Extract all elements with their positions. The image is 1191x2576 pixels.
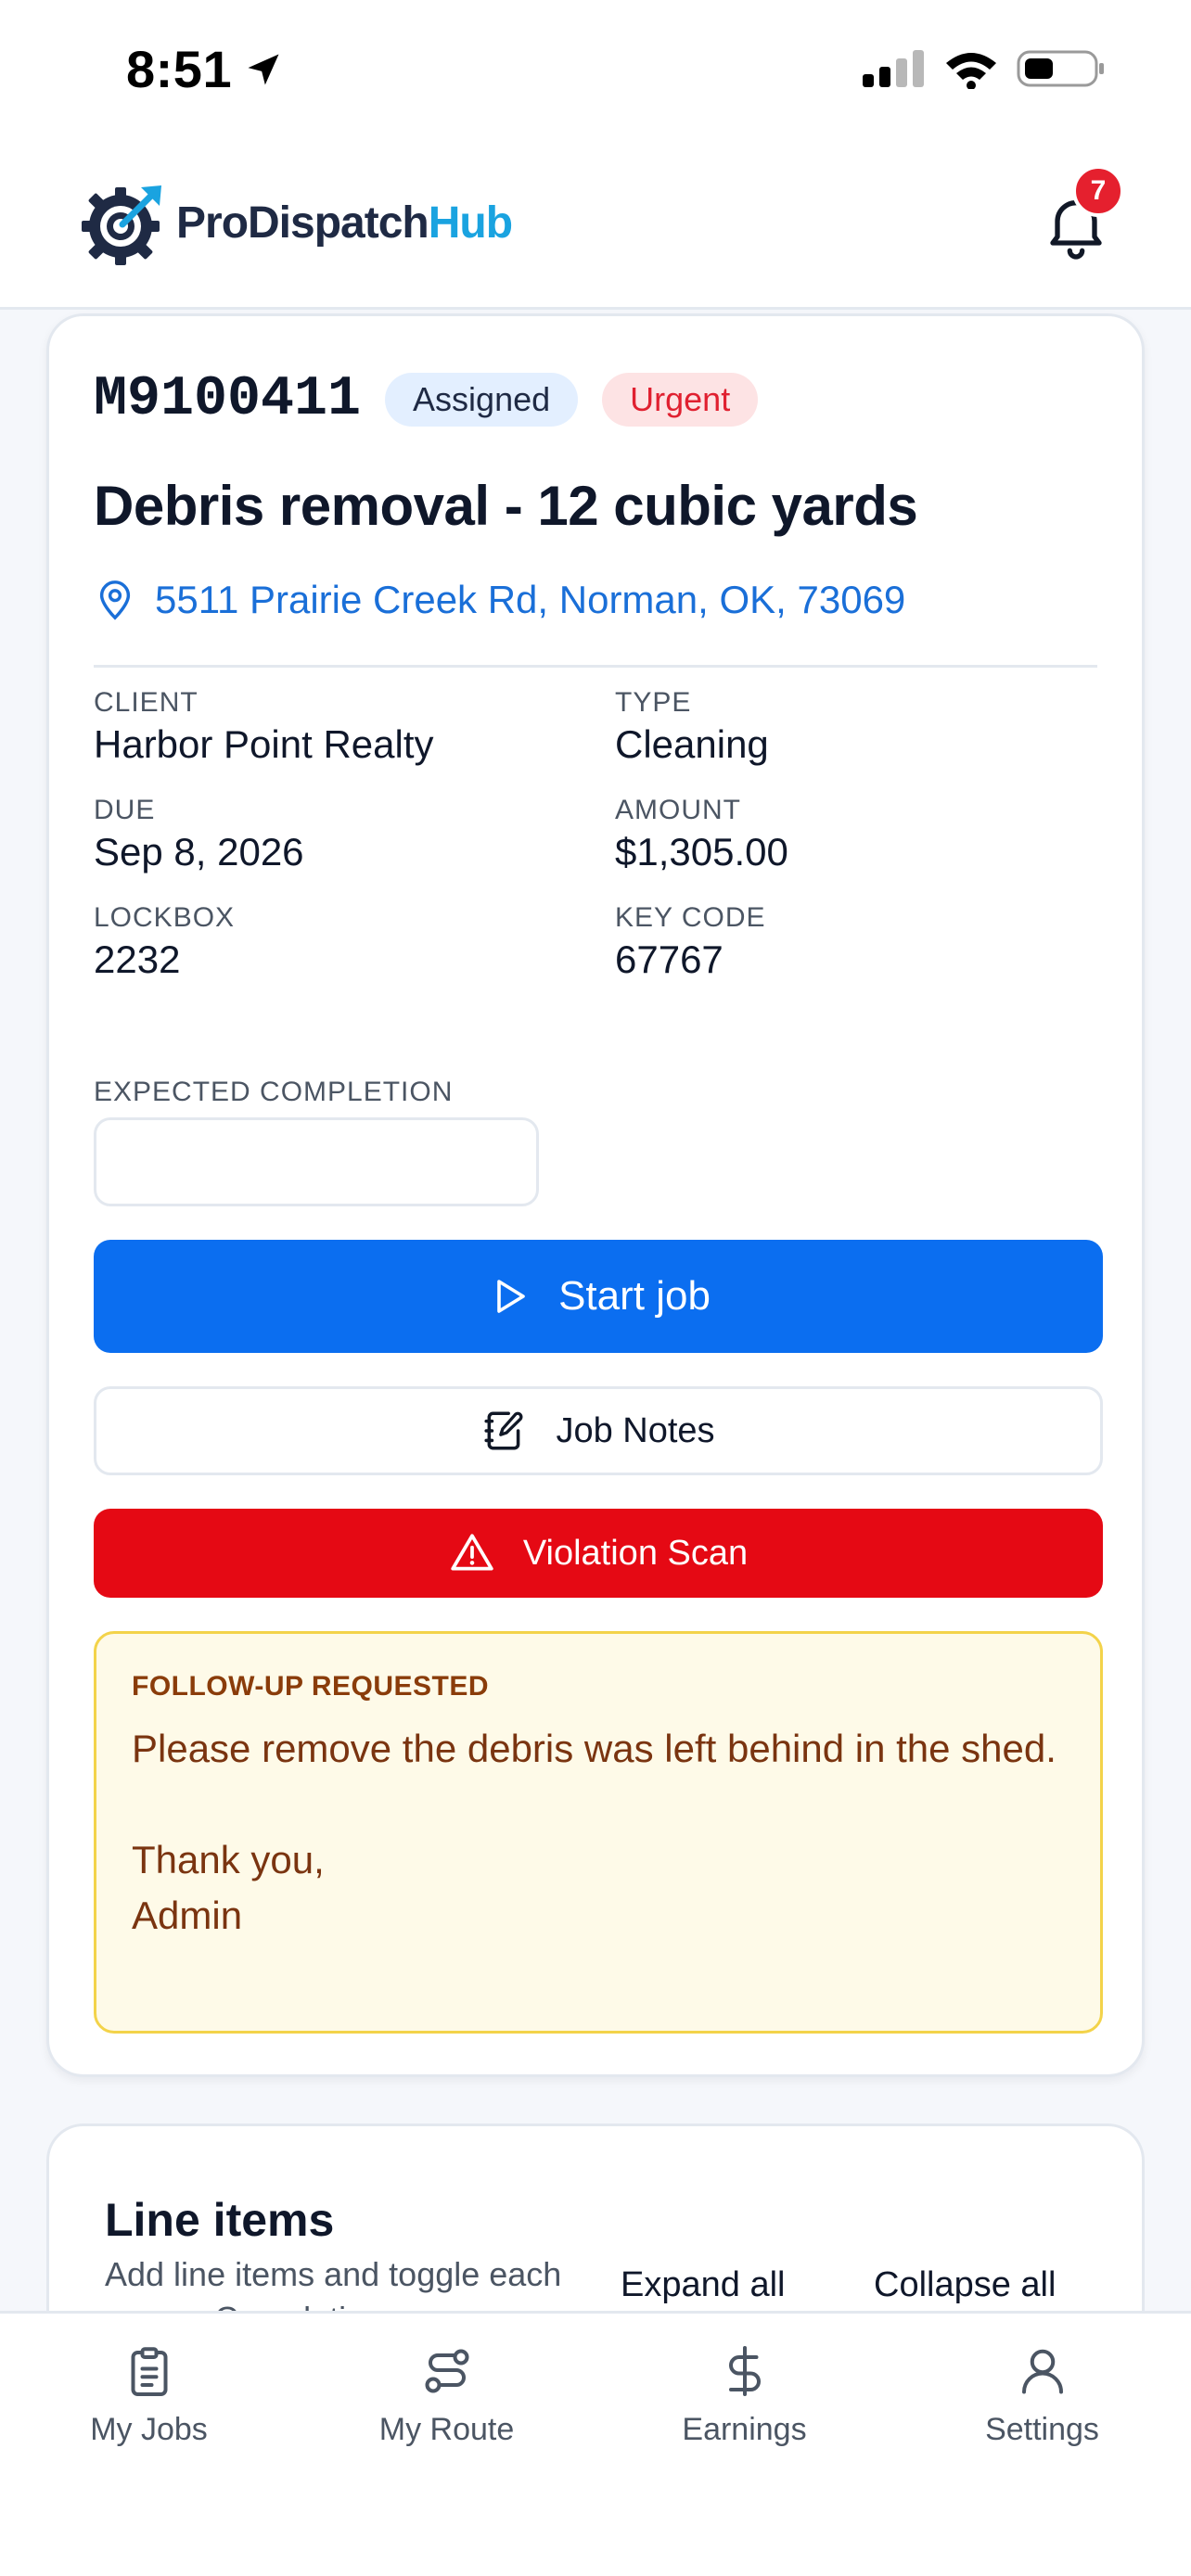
nav-item-my-route[interactable]: My Route xyxy=(298,2314,596,2576)
logo-text-primary: ProDispatch xyxy=(176,198,429,248)
job-notes-button[interactable]: Job Notes xyxy=(94,1386,1103,1475)
violation-scan-label: Violation Scan xyxy=(522,1533,749,1573)
signal-icon xyxy=(863,50,924,87)
field-label: CLIENT xyxy=(94,687,198,718)
notifications-button[interactable]: 7 xyxy=(1039,165,1124,261)
follow-up-title: FOLLOW-UP REQUESTED xyxy=(132,1671,490,1702)
map-pin-icon xyxy=(99,580,131,620)
follow-up-message: Please remove the debris was left behind… xyxy=(132,1727,1057,1937)
job-card: M9100411 Assigned Urgent Debris removal … xyxy=(46,313,1145,2077)
lockbox-field: LOCKBOX 2232 xyxy=(94,902,615,982)
job-title-row: M9100411 Assigned Urgent xyxy=(94,368,1097,431)
field-value: Cleaning xyxy=(615,722,769,766)
dollar-icon xyxy=(728,2346,761,2396)
warning-triangle-icon xyxy=(451,1534,493,1571)
logo-text: ProDispatchHub xyxy=(176,198,513,249)
notification-badge: 7 xyxy=(1072,165,1124,217)
collapse-all-button[interactable]: Collapse all xyxy=(874,2265,1056,2305)
logo-text-accent: Hub xyxy=(428,198,513,248)
job-title: Debris removal - 12 cubic yards xyxy=(94,475,918,537)
violation-scan-button[interactable]: Violation Scan xyxy=(94,1509,1103,1598)
status-time: 8:51 xyxy=(126,39,284,99)
client-field: CLIENT Harbor Point Realty xyxy=(94,687,615,767)
job-address-link[interactable]: 5511 Prairie Creek Rd, Norman, OK, 73069 xyxy=(94,578,1097,622)
nav-item-settings[interactable]: Settings xyxy=(893,2314,1191,2576)
field-label: AMOUNT xyxy=(615,795,741,825)
follow-up-notice: FOLLOW-UP REQUESTED Please remove the de… xyxy=(94,1631,1103,2034)
job-details-grid: CLIENT Harbor Point Realty TYPE Cleaning… xyxy=(94,687,1097,982)
status-badge: Assigned xyxy=(385,373,579,427)
wifi-icon xyxy=(946,53,996,89)
start-job-label: Start job xyxy=(558,1273,711,1319)
nav-item-my-jobs[interactable]: My Jobs xyxy=(0,2314,298,2576)
field-value: Sep 8, 2026 xyxy=(94,830,304,874)
address-text: 5511 Prairie Creek Rd, Norman, OK, 73069 xyxy=(155,578,906,621)
clipboard-icon xyxy=(131,2347,167,2396)
bottom-nav: My Jobs My Route Earnings Settings xyxy=(0,2311,1191,2576)
route-icon xyxy=(425,2349,468,2393)
status-bar: 8:51 xyxy=(0,0,1191,139)
app-header: ProDispatchHub 7 xyxy=(0,139,1191,310)
amount-field: AMOUNT $1,305.00 xyxy=(615,795,1136,874)
notebook-pen-icon xyxy=(484,1411,523,1450)
gear-target-logo-icon xyxy=(82,185,161,265)
nav-label: My Route xyxy=(378,2412,515,2447)
job-id: M9100411 xyxy=(94,368,362,431)
expand-all-button[interactable]: Expand all xyxy=(621,2265,785,2305)
job-notes-label: Job Notes xyxy=(556,1410,715,1450)
divider xyxy=(94,665,1097,668)
expected-completion-label: EXPECTED COMPLETION xyxy=(94,1077,454,1107)
clock-text: 8:51 xyxy=(126,40,233,98)
field-value: $1,305.00 xyxy=(615,830,788,874)
due-field: DUE Sep 8, 2026 xyxy=(94,795,615,874)
nav-item-earnings[interactable]: Earnings xyxy=(596,2314,893,2576)
line-items-title: Line items xyxy=(105,2194,335,2246)
app-logo[interactable]: ProDispatchHub xyxy=(80,178,513,267)
nav-label: Settings xyxy=(985,2412,1099,2447)
play-icon xyxy=(497,1280,525,1313)
priority-badge: Urgent xyxy=(602,373,759,427)
field-value: 2232 xyxy=(94,937,181,981)
status-icons xyxy=(861,48,1106,89)
type-field: TYPE Cleaning xyxy=(615,687,1136,767)
field-label: DUE xyxy=(94,795,156,825)
expected-completion-input[interactable] xyxy=(94,1117,539,1206)
field-value: Harbor Point Realty xyxy=(94,722,434,766)
nav-label: My Jobs xyxy=(90,2412,208,2447)
field-label: TYPE xyxy=(615,687,692,718)
battery-icon xyxy=(1017,50,1104,87)
start-job-button[interactable]: Start job xyxy=(94,1240,1103,1353)
field-label: KEY CODE xyxy=(615,902,766,933)
key-code-field: KEY CODE 67767 xyxy=(615,902,1136,982)
user-icon xyxy=(1021,2349,1063,2394)
location-arrow-icon xyxy=(248,54,279,84)
field-value: 67767 xyxy=(615,937,724,981)
field-label: LOCKBOX xyxy=(94,902,236,933)
nav-label: Earnings xyxy=(682,2412,807,2447)
